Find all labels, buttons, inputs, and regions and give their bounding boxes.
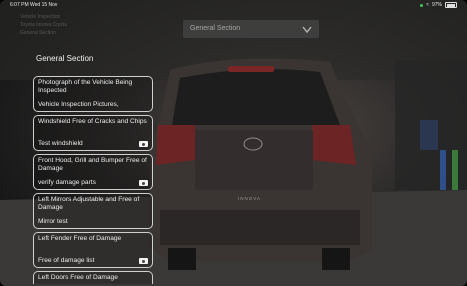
camera-icon[interactable]: [139, 180, 148, 186]
item-title: Left Mirrors Adjustable and Free of Dama…: [38, 196, 140, 211]
battery-icon: [445, 2, 457, 8]
status-bar: 6:07 PM Wed 15 Nov ≈ 97%: [0, 0, 467, 10]
model-badge: INNOVA: [238, 196, 261, 201]
chevron-down-icon: [302, 26, 312, 34]
item-subtitle: Vehicle Inspection Pictures,: [38, 101, 119, 108]
header-line-1: Vehicle Inspection: [20, 14, 61, 20]
checklist-item-left-fender[interactable]: Left Fender Free of Damage Free of damag…: [33, 232, 153, 268]
camera-icon[interactable]: [139, 258, 148, 264]
item-subtitle: verify damage parts: [38, 179, 96, 186]
dropdown-value: General Section: [190, 25, 241, 32]
item-title: Left Doors Free of Damage: [38, 274, 118, 281]
wifi-icon: ≈: [426, 2, 429, 8]
app-screen: INNOVA 6:07 PM Wed 15 Nov ≈ 97% Vehicle …: [0, 0, 467, 286]
checklist-item-windshield[interactable]: Windshield Free of Cracks and Chips Test…: [33, 115, 153, 151]
location-icon: [420, 3, 424, 7]
checklist-item-photograph[interactable]: Photograph of the Vehicle Being Inspecte…: [33, 76, 153, 112]
item-subtitle: Mirror test: [38, 218, 68, 225]
item-title: Front Hood, Grill and Bumper Free of Dam…: [38, 157, 147, 172]
item-title: Photograph of the Vehicle Being Inspecte…: [38, 79, 133, 94]
checklist-item-front-hood[interactable]: Front Hood, Grill and Bumper Free of Dam…: [33, 154, 153, 190]
item-subtitle: Test windshield: [38, 140, 83, 147]
checklist-item-left-mirrors[interactable]: Left Mirrors Adjustable and Free of Dama…: [33, 193, 153, 229]
status-time: 6:07 PM Wed 15 Nov: [10, 2, 58, 8]
inspection-panel: General Section Photograph of the Vehicl…: [30, 48, 160, 284]
section-dropdown[interactable]: General Section: [183, 20, 319, 38]
camera-icon[interactable]: [139, 141, 148, 147]
item-subtitle: Free of damage list: [38, 257, 95, 264]
header-line-3: General Section: [20, 30, 56, 36]
battery-percent: 97%: [431, 2, 442, 8]
header-line-2: Toyota Innova Crysta: [20, 22, 67, 28]
checklist-item-left-doors[interactable]: Left Doors Free of Damage: [33, 271, 153, 284]
section-title: General Section: [36, 54, 94, 63]
item-title: Windshield Free of Cracks and Chips: [38, 118, 147, 125]
item-title: Left Fender Free of Damage: [38, 235, 122, 242]
status-indicators: ≈ 97%: [420, 2, 457, 8]
